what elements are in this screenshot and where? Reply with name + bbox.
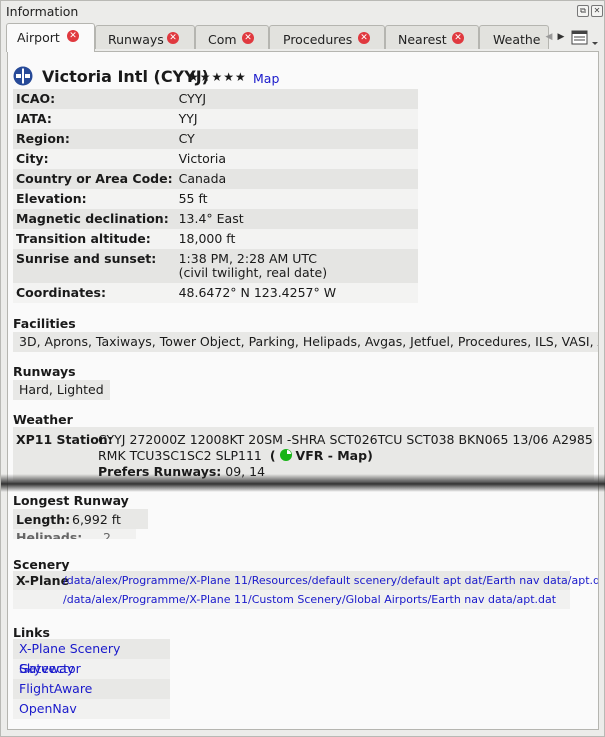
iata-label: IATA: xyxy=(13,109,176,129)
tab-com[interactable]: Com ✕ xyxy=(195,25,269,49)
transition-altitude-label: Transition altitude: xyxy=(13,229,176,249)
scroll-right-icon[interactable]: ▶ xyxy=(554,27,568,47)
coordinates-value: 48.6472° N 123.4257° W xyxy=(175,283,418,303)
iata-value: YYJ xyxy=(175,109,418,129)
icao-label: ICAO: xyxy=(13,89,176,109)
sunrise-times: 1:38 PM, 2:28 AM UTC xyxy=(178,251,318,266)
tab-label: Nearest xyxy=(398,32,447,47)
link-skyvector[interactable]: Skyvector xyxy=(13,659,170,679)
runways-heading: Runways xyxy=(13,364,76,379)
city-value: Victoria xyxy=(175,149,418,169)
metar-line-1: CYYJ 272000Z 12008KT 20SM -SHRA SCT026TC… xyxy=(98,432,593,447)
table-row: City: Victoria xyxy=(13,149,418,169)
table-row: Elevation: 55 ft xyxy=(13,189,418,209)
tab-label: Weathe xyxy=(493,32,541,47)
close-tab-icon[interactable]: ✕ xyxy=(242,32,254,44)
flight-rules-status-icon xyxy=(279,449,292,461)
elevation-label: Elevation: xyxy=(13,189,176,209)
tab-airport[interactable]: Airport ✕ xyxy=(6,23,95,52)
rating-stars-icon: ★★★★★ xyxy=(188,70,247,84)
icao-value: CYYJ xyxy=(175,89,418,109)
float-icon[interactable]: ⧉ xyxy=(577,5,589,17)
metar-line-2: RMK TCU3SC1SC2 SLP111 xyxy=(98,448,262,463)
airport-icon xyxy=(13,66,33,86)
splitter-shadow xyxy=(1,474,605,492)
table-row: ICAO: CYYJ xyxy=(13,89,418,109)
close-tab-icon[interactable]: ✕ xyxy=(358,32,370,44)
close-window-icon[interactable]: ✕ xyxy=(591,5,603,17)
information-window: Information ⧉ ✕ Airport ✕ Runways ✕ Com … xyxy=(0,0,605,737)
map-link[interactable]: Map xyxy=(253,71,279,86)
table-row: Coordinates: 48.6472° N 123.4257° W xyxy=(13,283,418,303)
weather-box: XP11 Station: CYYJ 272000Z 12008KT 20SM … xyxy=(13,427,594,481)
region-value: CY xyxy=(175,129,418,149)
link-flightaware[interactable]: FlightAware xyxy=(13,679,170,699)
table-row: Sunrise and sunset: 1:38 PM, 2:28 AM UTC(… xyxy=(13,249,418,283)
airport-details-table: ICAO: CYYJ IATA: YYJ Region: CY City: Victor… xyxy=(13,89,418,303)
scenery-heading: Scenery xyxy=(13,557,70,572)
tab-weather[interactable]: Weathe xyxy=(479,25,549,49)
sunrise-value: 1:38 PM, 2:28 AM UTC (civil twilight, rea… xyxy=(175,249,418,283)
table-row: Region: CY xyxy=(13,129,418,149)
metar-line-2-row: RMK TCU3SC1SC2 SLP111 ( VFR - Map) xyxy=(98,448,373,463)
vfr-map-link[interactable]: VFR - Map) xyxy=(296,448,373,463)
runways-summary: Hard, Lighted xyxy=(13,380,110,400)
facilities-list: 3D, Aprons, Taxiways, Tower Object, Park… xyxy=(13,332,598,352)
scenery-row: X-Plane /data/alex/Programme/X-Plane 11/… xyxy=(13,571,598,590)
table-row: IATA: YYJ xyxy=(13,109,418,129)
links-list: X-Plane Scenery Gateway Skyvector Flight… xyxy=(13,639,170,719)
scenery-row: /data/alex/Programme/X-Plane 11/Custom S… xyxy=(13,590,570,609)
table-row: Magnetic declination: 13.4° East xyxy=(13,209,418,229)
link-xplane-gateway[interactable]: X-Plane Scenery Gateway xyxy=(13,639,170,676)
tab-label: Com xyxy=(208,32,237,47)
helipads-label: Helipads: xyxy=(16,530,83,539)
city-label: City: xyxy=(13,149,176,169)
tab-label: Airport xyxy=(17,30,60,45)
facilities-heading: Facilities xyxy=(13,316,76,331)
tab-label: Procedures xyxy=(283,32,353,47)
table-row: Country or Area Code: Canada xyxy=(13,169,418,189)
helipads-row: Helipads: 2 xyxy=(13,529,136,539)
tab-nearest[interactable]: Nearest ✕ xyxy=(385,25,479,49)
region-label: Region: xyxy=(13,129,176,149)
tab-runways[interactable]: Runways ✕ xyxy=(95,25,195,49)
links-heading: Links xyxy=(13,625,50,640)
length-value: 6,992 ft xyxy=(72,512,121,527)
coordinates-label: Coordinates: xyxy=(13,283,176,303)
scenery-path-link[interactable]: /data/alex/Programme/X-Plane 11/Custom S… xyxy=(63,590,556,609)
magvar-label: Magnetic declination: xyxy=(13,209,176,229)
transition-altitude-value: 18,000 ft xyxy=(175,229,418,249)
sunrise-note: (civil twilight, real date) xyxy=(178,265,328,280)
scenery-path-link[interactable]: /data/alex/Programme/X-Plane 11/Resource… xyxy=(63,571,598,590)
airport-name: Victoria Intl (CYYJ) xyxy=(42,67,209,86)
weather-heading: Weather xyxy=(13,412,73,427)
country-value: Canada xyxy=(175,169,418,189)
longest-runway-heading: Longest Runway xyxy=(13,493,129,508)
tab-procedures[interactable]: Procedures ✕ xyxy=(269,25,385,49)
airport-info-panel: Victoria Intl (CYYJ) ★★★★★ Map ICAO: CYYJ… xyxy=(7,51,599,730)
tab-bar: Airport ✕ Runways ✕ Com ✕ Procedures ✕ N… xyxy=(6,23,602,52)
elevation-value: 55 ft xyxy=(175,189,418,209)
link-opennav[interactable]: OpenNav xyxy=(13,699,170,719)
paren: ( xyxy=(269,448,276,463)
table-row: Transition altitude: 18,000 ft xyxy=(13,229,418,249)
tab-list-icon xyxy=(571,30,598,45)
title-bar: Information ⧉ ✕ xyxy=(1,1,604,21)
close-tab-icon[interactable]: ✕ xyxy=(167,32,179,44)
magvar-value: 13.4° East xyxy=(175,209,418,229)
scenery-source-label: X-Plane xyxy=(16,573,70,588)
country-label: Country or Area Code: xyxy=(13,169,176,189)
length-row: Length: 6,992 ft xyxy=(13,509,148,529)
tab-menu-button[interactable] xyxy=(568,25,602,50)
window-title: Information xyxy=(6,4,79,19)
sunrise-label: Sunrise and sunset: xyxy=(13,249,176,283)
helipads-value: 2 xyxy=(103,530,111,539)
length-label: Length: xyxy=(16,512,71,527)
tab-label: Runways xyxy=(108,32,164,47)
close-tab-icon[interactable]: ✕ xyxy=(452,32,464,44)
close-tab-icon[interactable]: ✕ xyxy=(67,30,79,42)
